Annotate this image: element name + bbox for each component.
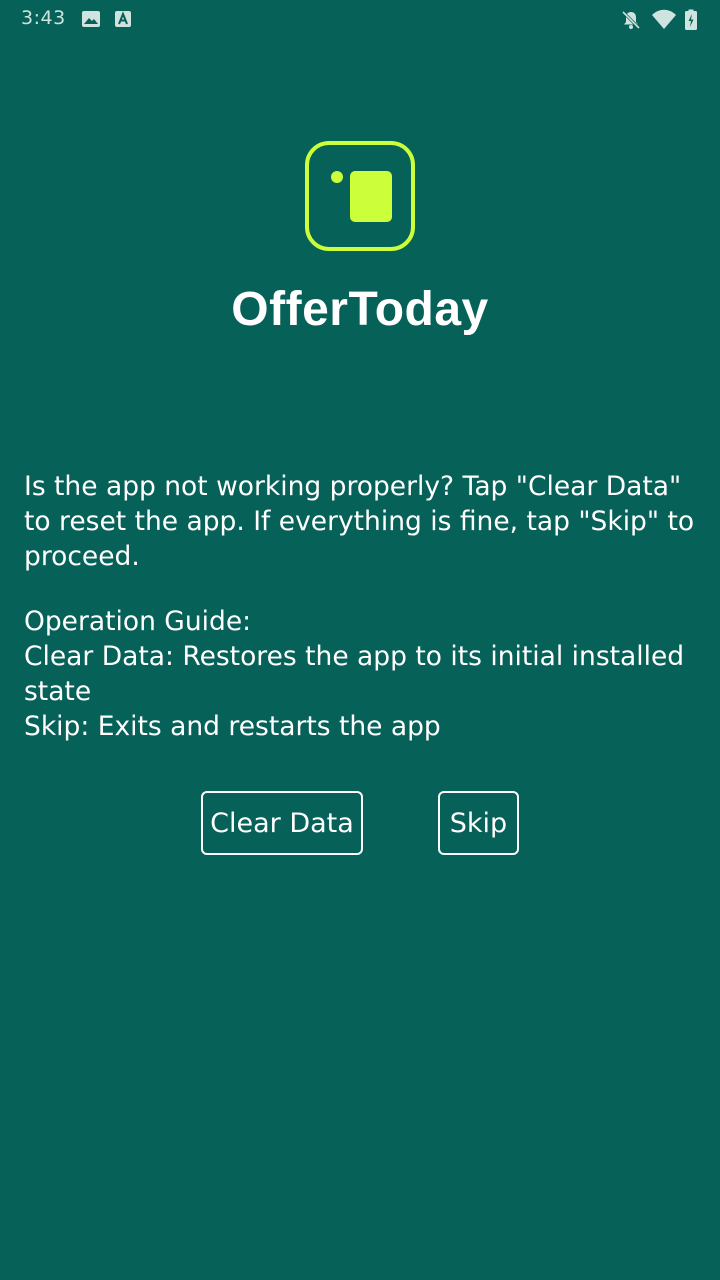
operation-guide-heading: Operation Guide: [24, 606, 252, 637]
app-logo-icon [305, 141, 415, 251]
reset-prompt-message: Is the app not working properly? Tap "Cl… [24, 471, 695, 572]
text-a-icon [115, 11, 131, 27]
status-time: 3:43 [21, 7, 66, 29]
clear-data-button[interactable]: Clear Data [201, 791, 363, 855]
app-title: OfferToday [231, 283, 489, 336]
battery-icon [685, 9, 697, 30]
status-bar: 3:43 [0, 0, 720, 38]
operation-guide-clear-data: Clear Data: Restores the app to its init… [24, 641, 685, 707]
operation-guide: Operation Guide: Clear Data: Restores th… [24, 604, 700, 744]
skip-button[interactable]: Skip [438, 791, 519, 855]
image-icon [82, 11, 100, 27]
wifi-icon [652, 9, 676, 29]
operation-guide-skip: Skip: Exits and restarts the app [24, 711, 441, 742]
notifications-off-icon [621, 10, 641, 30]
